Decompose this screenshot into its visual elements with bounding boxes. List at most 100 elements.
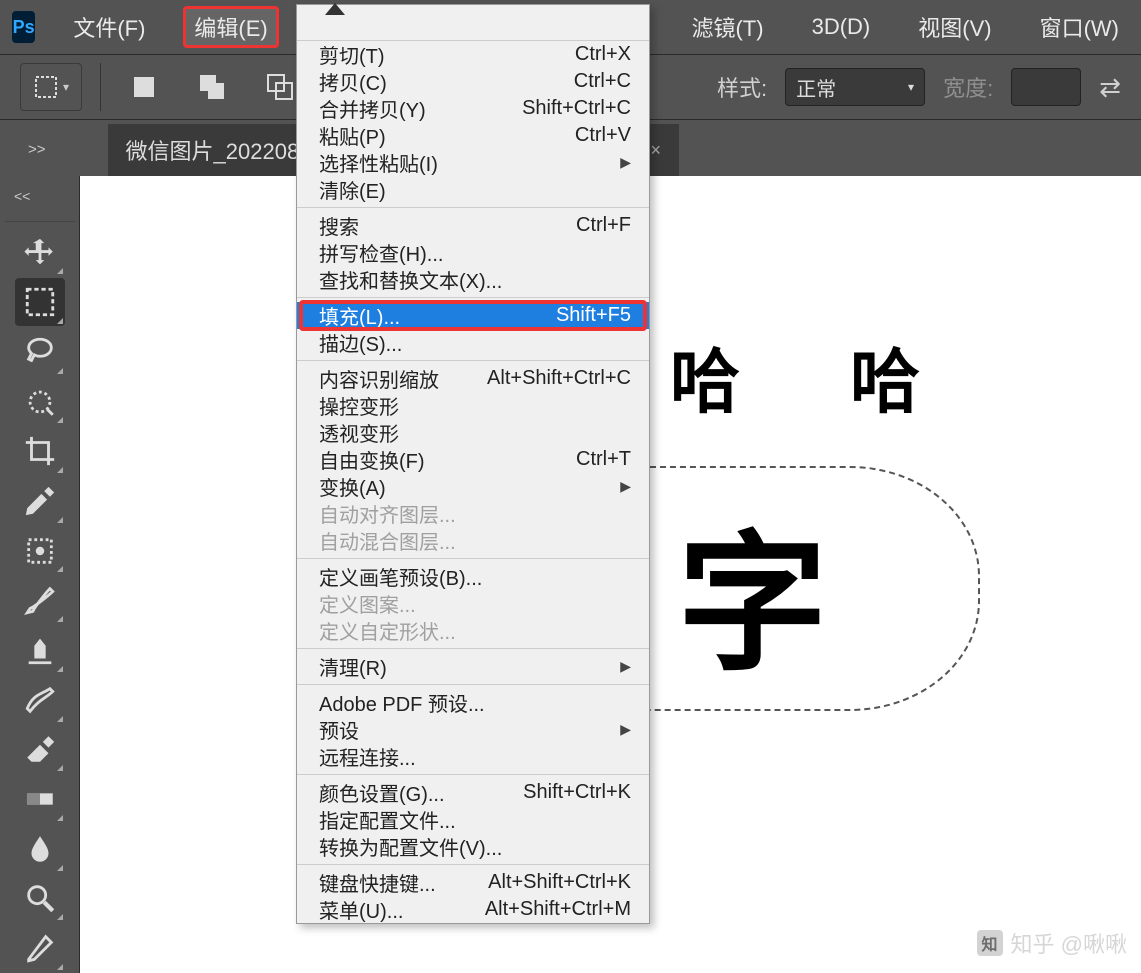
- menu-item-shortcut: Ctrl+V: [575, 124, 631, 147]
- menu-item-shortcut: Ctrl+C: [574, 70, 631, 93]
- menu-item-2[interactable]: 合并拷贝(Y) Shift+Ctrl+C: [297, 95, 649, 122]
- menu-item-label: 清除(E): [319, 175, 386, 204]
- menu-item-19: 定义图案...: [297, 590, 649, 617]
- menu-edit[interactable]: 编辑(E): [183, 6, 278, 48]
- menu-item-label: 透视变形: [319, 418, 399, 447]
- menu-item-shortcut: Alt+Shift+Ctrl+M: [485, 898, 631, 921]
- app-logo: Ps: [12, 11, 35, 43]
- menu-item-17: 自动混合图层...: [297, 527, 649, 554]
- watermark: 知 知乎 @啾啾: [977, 927, 1127, 959]
- chevron-down-icon: ▾: [63, 80, 69, 94]
- menu-item-label: 自动混合图层...: [319, 526, 456, 555]
- menu-item-label: 转换为配置文件(V)...: [319, 832, 502, 861]
- lasso-tool[interactable]: [15, 328, 65, 376]
- menu-filter[interactable]: 滤镜(T): [681, 7, 773, 47]
- marquee-preset[interactable]: ▾: [20, 63, 82, 111]
- menu-item-label: 变换(A): [319, 472, 386, 501]
- menu-item-9[interactable]: 填充(L)...Shift+F5: [297, 302, 649, 329]
- menu-item-12[interactable]: 操控变形: [297, 392, 649, 419]
- menu-item-label: 剪切(T): [319, 40, 385, 69]
- menu-item-29[interactable]: 菜单(U)...Alt+Shift+Ctrl+M: [297, 896, 649, 923]
- menu-item-label: 定义图案...: [319, 589, 416, 618]
- menu-item-24[interactable]: 远程连接...: [297, 743, 649, 770]
- menu-item-27[interactable]: 转换为配置文件(V)...: [297, 833, 649, 860]
- menu-item-18[interactable]: 定义画笔预设(B)...: [297, 563, 649, 590]
- canvas-large-text: 字: [677, 483, 822, 700]
- swap-icon[interactable]: ⇄: [1099, 72, 1121, 103]
- menu-item-shortcut: Shift+F5: [556, 304, 631, 327]
- blur-tool[interactable]: [15, 825, 65, 873]
- menu-item-label: 内容识别缩放: [319, 364, 439, 393]
- menu-item-25[interactable]: 颜色设置(G)...Shift+Ctrl+K: [297, 779, 649, 806]
- menu-item-23[interactable]: 预设▶: [297, 716, 649, 743]
- menu-item-21[interactable]: 清理(R)▶: [297, 653, 649, 680]
- menu-item-shortcut: Ctrl+T: [576, 448, 631, 471]
- dropdown-arrow-icon: [325, 3, 345, 15]
- menu-window[interactable]: 窗口(W): [1030, 7, 1129, 47]
- collapse-toolbar-icon[interactable]: <<: [14, 184, 30, 214]
- menu-item-8[interactable]: 查找和替换文本(X)...: [297, 266, 649, 293]
- crop-tool[interactable]: [15, 427, 65, 475]
- menu-item-label: 搜索: [319, 211, 359, 240]
- marquee-rect-icon: [33, 74, 59, 100]
- menu-item-16: 自动对齐图层...: [297, 500, 649, 527]
- menu-item-label: 远程连接...: [319, 742, 416, 771]
- watermark-text: 知乎 @啾啾: [1011, 927, 1127, 959]
- document-tab-title-left: 微信图片_202208: [126, 134, 300, 166]
- menu-item-label: 定义画笔预设(B)...: [319, 562, 482, 591]
- move-tool[interactable]: [15, 229, 65, 277]
- menu-item-5[interactable]: 清除(E): [297, 176, 649, 203]
- width-input[interactable]: [1011, 68, 1081, 106]
- spot-healing-tool[interactable]: [15, 527, 65, 575]
- menu-item-0[interactable]: 剪切(T)Ctrl+X: [297, 41, 649, 68]
- menu-item-label: 拼写检查(H)...: [319, 238, 443, 267]
- history-brush-tool[interactable]: [15, 676, 65, 724]
- menu-item-label: 粘贴(P): [319, 121, 386, 150]
- clone-stamp-tool[interactable]: [15, 626, 65, 674]
- menu-item-label: 描边(S)...: [319, 328, 402, 357]
- add-selection-button[interactable]: [187, 62, 237, 112]
- menu-item-26[interactable]: 指定配置文件...: [297, 806, 649, 833]
- brush-tool[interactable]: [15, 576, 65, 624]
- style-value: 正常: [796, 73, 836, 102]
- menu-item-11[interactable]: 内容识别缩放Alt+Shift+Ctrl+C: [297, 365, 649, 392]
- menu-item-14[interactable]: 自由变换(F)Ctrl+T: [297, 446, 649, 473]
- eraser-tool[interactable]: [15, 726, 65, 774]
- chevron-down-icon: ▾: [908, 80, 914, 94]
- menu-item-label: 键盘快捷键...: [319, 868, 436, 897]
- menu-item-7[interactable]: 拼写检查(H)...: [297, 239, 649, 266]
- dodge-tool[interactable]: [15, 875, 65, 923]
- menu-item-label: 拷贝(C): [319, 67, 387, 96]
- eyedropper-tool[interactable]: [15, 477, 65, 525]
- submenu-arrow-icon: ▶: [620, 721, 631, 738]
- menu-file[interactable]: 文件(F): [63, 7, 155, 47]
- menu-item-3[interactable]: 粘贴(P) Ctrl+V: [297, 122, 649, 149]
- canvas-text-2: 哈: [850, 326, 920, 427]
- menu-view[interactable]: 视图(V): [908, 7, 1001, 47]
- menu-item-label: 合并拷贝(Y): [319, 94, 426, 123]
- menu-3d[interactable]: 3D(D): [802, 10, 881, 44]
- menu-item-label: 自动对齐图层...: [319, 499, 456, 528]
- gradient-tool[interactable]: [15, 775, 65, 823]
- menu-item-label: 定义自定形状...: [319, 616, 456, 645]
- menu-item-shortcut: Shift+Ctrl+C: [522, 97, 631, 120]
- new-selection-button[interactable]: [119, 62, 169, 112]
- menu-item-10[interactable]: 描边(S)...: [297, 329, 649, 356]
- close-tab-icon[interactable]: ×: [650, 140, 661, 161]
- expand-panels-icon[interactable]: >>: [28, 141, 52, 176]
- menu-item-13[interactable]: 透视变形: [297, 419, 649, 446]
- menu-item-label: 颜色设置(G)...: [319, 778, 445, 807]
- menu-item-1[interactable]: 拷贝(C) Ctrl+C: [297, 68, 649, 95]
- menu-item-28[interactable]: 键盘快捷键...Alt+Shift+Ctrl+K: [297, 869, 649, 896]
- submenu-arrow-icon: ▶: [620, 478, 631, 495]
- menu-item-6[interactable]: 搜索Ctrl+F: [297, 212, 649, 239]
- quick-selection-tool[interactable]: [15, 378, 65, 426]
- menu-item-15[interactable]: 变换(A) ▶: [297, 473, 649, 500]
- pen-tool[interactable]: [15, 924, 65, 972]
- submenu-arrow-icon: ▶: [620, 154, 631, 171]
- menu-item-4[interactable]: 选择性粘贴(I)▶: [297, 149, 649, 176]
- style-select[interactable]: 正常 ▾: [785, 68, 925, 106]
- rectangular-marquee-tool[interactable]: [15, 278, 65, 326]
- menu-item-22[interactable]: Adobe PDF 预设...: [297, 689, 649, 716]
- menu-item-label: 清理(R): [319, 652, 387, 681]
